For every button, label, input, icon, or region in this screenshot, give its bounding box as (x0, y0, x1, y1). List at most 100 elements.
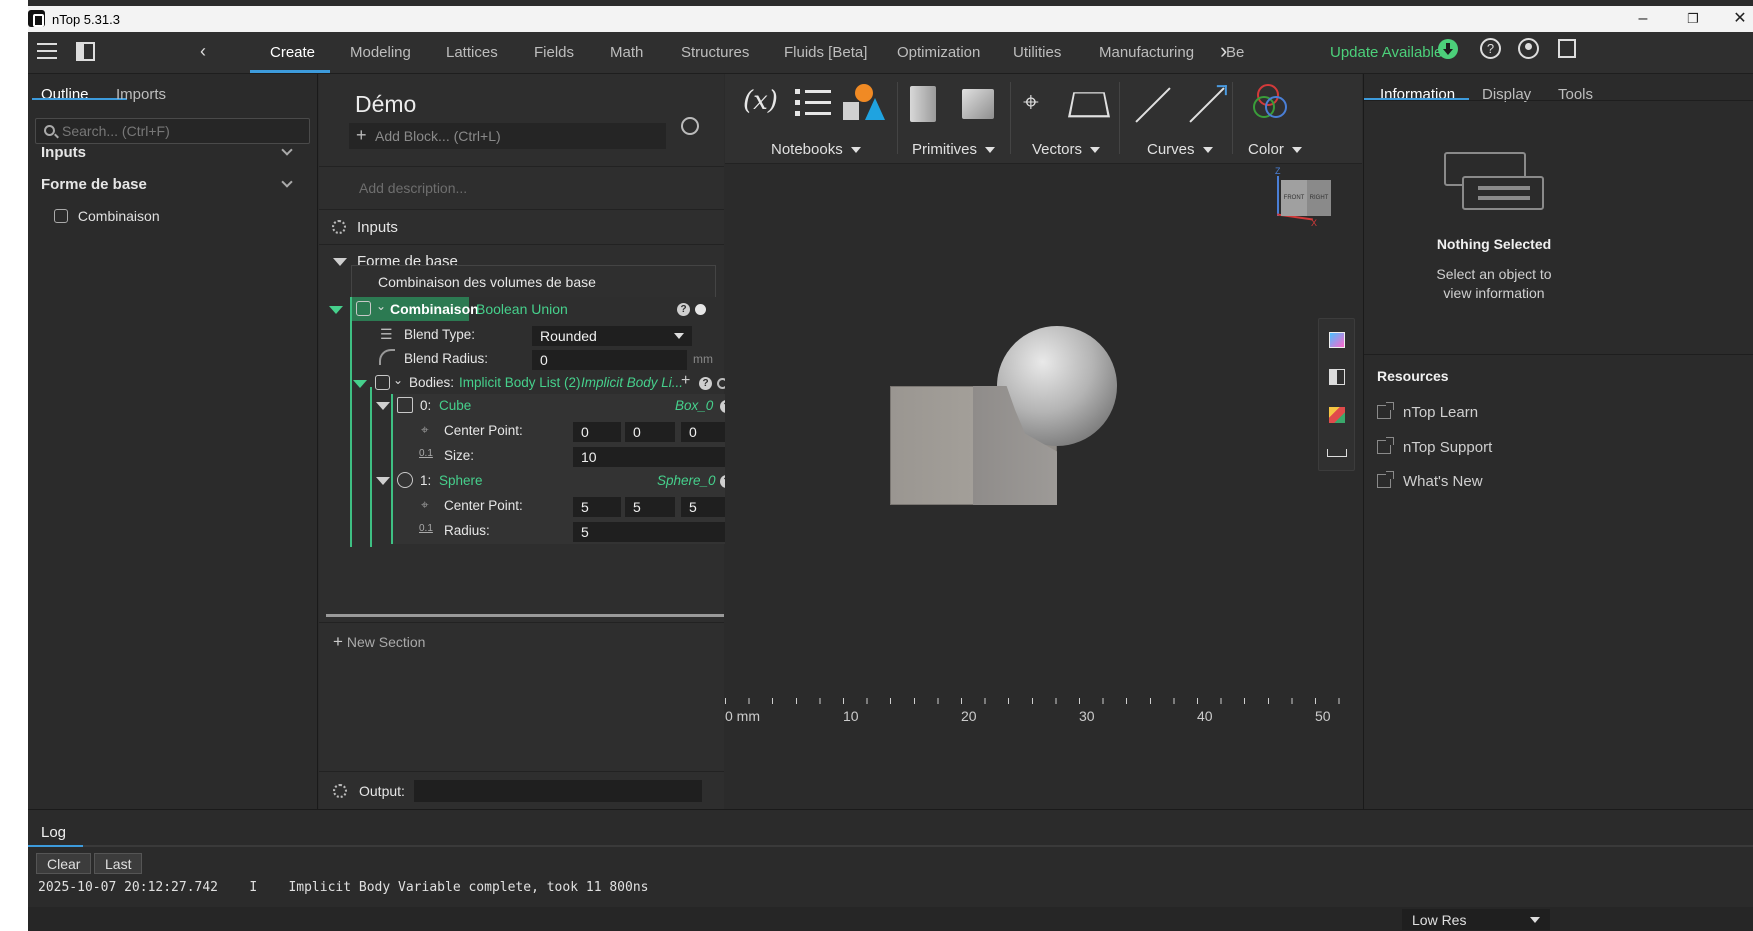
list-notebook-icon[interactable] (795, 86, 831, 122)
tab-utilities[interactable]: Utilities (1013, 44, 1061, 61)
collapse-triangle-icon[interactable] (376, 477, 390, 485)
center-z-input[interactable]: 0 (681, 422, 731, 442)
section-view-icon[interactable] (1329, 369, 1345, 385)
outline-item-combinaison[interactable]: Combinaison (54, 208, 160, 224)
notebook-description[interactable]: Add description... (319, 166, 724, 210)
output-label: Output: (359, 783, 405, 799)
minimize-button[interactable]: – (1628, 8, 1658, 30)
block-header-badge[interactable]: ⌄ Combinaison (352, 297, 479, 321)
gradient-display-icon[interactable] (1329, 332, 1345, 348)
shapes-icon[interactable] (843, 84, 887, 126)
tab-outline[interactable]: Outline (41, 86, 89, 103)
curves-menu[interactable]: Curves (1147, 141, 1213, 158)
tab-imports[interactable]: Imports (116, 86, 166, 103)
scroll-left-icon[interactable]: ‹ (200, 41, 206, 62)
help-icon[interactable]: ? (1480, 38, 1501, 59)
box-primitive-icon[interactable] (910, 86, 936, 122)
collapse-triangle-icon[interactable] (376, 402, 390, 410)
ruler-label: 20 (961, 708, 977, 724)
primitives-menu[interactable]: Primitives (912, 141, 995, 158)
tab-fields[interactable]: Fields (534, 44, 574, 61)
chevron-down-icon[interactable] (281, 144, 293, 156)
center-x-input[interactable]: 0 (573, 422, 621, 442)
ntop-learn-link[interactable]: nTop Learn (1377, 402, 1479, 421)
view-cube-right[interactable]: RIGHT (1307, 180, 1331, 216)
center-y-input[interactable]: 5 (625, 497, 675, 517)
help-icon[interactable]: ? (677, 303, 690, 316)
help-icon[interactable]: ? (699, 377, 712, 390)
tab-structures[interactable]: Structures (681, 44, 749, 61)
account-icon[interactable] (1518, 38, 1539, 59)
measure-icon[interactable] (1327, 449, 1347, 457)
close-button[interactable]: ✕ (1725, 8, 1753, 30)
chevron-down-icon[interactable]: ⌄ (376, 299, 386, 313)
visibility-on-icon[interactable] (695, 304, 706, 315)
chevron-down-icon[interactable] (281, 176, 293, 188)
center-x-input[interactable]: 5 (573, 497, 621, 517)
panel-toggle-icon[interactable] (76, 42, 95, 61)
center-z-input[interactable]: 5 (681, 497, 731, 517)
outline-search-input[interactable]: Search... (Ctrl+F) (35, 118, 310, 144)
add-block-placeholder: Add Block... (Ctrl+L) (375, 128, 501, 144)
tab-manufacturing[interactable]: Manufacturing (1099, 44, 1194, 61)
tab-math[interactable]: Math (610, 44, 643, 61)
vectors-menu[interactable]: Vectors (1032, 141, 1100, 158)
restore-button[interactable]: ❐ (1678, 8, 1708, 30)
section-inputs[interactable]: Inputs (319, 211, 724, 245)
download-icon[interactable] (1438, 39, 1458, 59)
blend-type-select[interactable]: Rounded (532, 326, 692, 346)
tab-create[interactable]: Create (270, 44, 315, 61)
output-input[interactable] (414, 780, 702, 802)
add-item-icon[interactable]: + (681, 372, 690, 390)
resolution-select[interactable]: Low Res (1402, 909, 1550, 930)
scroll-right-icon[interactable]: › (1220, 38, 1227, 64)
dropdown-arrow-icon (1530, 917, 1540, 923)
variable-icon[interactable]: (x) (743, 86, 778, 116)
color-cube-icon[interactable] (1329, 407, 1345, 423)
chevron-down-icon[interactable]: ⌄ (393, 373, 403, 387)
new-section-button[interactable]: + New Section (333, 632, 425, 652)
add-block-input[interactable]: + Add Block... (Ctrl+L) (349, 123, 666, 149)
boolean-block-icon (356, 301, 371, 316)
color-menu[interactable]: Color (1248, 141, 1302, 158)
cube-primitive-icon[interactable] (962, 89, 994, 119)
recalculate-icon[interactable] (681, 117, 699, 135)
notebook-title[interactable]: Démo (355, 91, 416, 118)
view-cube[interactable]: Z X FRONT RIGHT (1275, 166, 1335, 228)
notebooks-menu[interactable]: Notebooks (771, 141, 861, 158)
tab-log[interactable]: Log (41, 824, 66, 841)
blend-radius-input[interactable]: 0 (532, 350, 687, 370)
view-cube-front[interactable]: FRONT (1281, 180, 1307, 216)
collapse-triangle-icon[interactable] (329, 306, 343, 314)
hamburger-menu-icon[interactable] (37, 43, 57, 60)
color-icon[interactable] (1253, 84, 1293, 124)
clear-log-button[interactable]: Clear (36, 853, 92, 874)
tab-lattices[interactable]: Lattices (446, 44, 498, 61)
block-comment[interactable]: Combinaison des volumes de base (351, 265, 716, 297)
point-vector-icon[interactable]: ⌖ (1023, 86, 1039, 119)
outline-section-forme[interactable]: Forme de base (41, 176, 311, 193)
tab-modeling[interactable]: Modeling (350, 44, 411, 61)
last-log-button[interactable]: Last (94, 853, 143, 874)
layout-panel-icon[interactable] (1558, 39, 1576, 58)
vector-curve-icon[interactable] (1189, 85, 1227, 123)
right-panel: Information Display Tools Nothing Select… (1363, 74, 1753, 809)
link-label: What's New (1403, 473, 1483, 490)
collapse-triangle-icon[interactable] (353, 380, 367, 388)
viewport-3d[interactable]: (x) ⌖ Notebooks Primitives Vectors Curve… (725, 74, 1362, 809)
outline-section-inputs[interactable]: Inputs (41, 144, 311, 161)
ntop-support-link[interactable]: nTop Support (1377, 437, 1492, 456)
radius-input[interactable]: 5 (573, 522, 731, 542)
tab-optimization[interactable]: Optimization (897, 44, 980, 61)
block-toolbar: (x) ⌖ Notebooks Primitives Vectors Curve… (725, 74, 1362, 164)
update-available-link[interactable]: Update Available (1330, 44, 1442, 61)
whats-new-link[interactable]: What's New (1377, 471, 1483, 490)
size-input[interactable]: 10 (573, 447, 731, 467)
tab-overflow[interactable]: Be (1226, 44, 1244, 61)
link-label: nTop Learn (1403, 404, 1479, 421)
collapse-triangle-icon[interactable] (333, 258, 347, 266)
plane-icon[interactable] (1067, 92, 1111, 118)
tab-fluids[interactable]: Fluids [Beta] (784, 44, 867, 61)
center-y-input[interactable]: 0 (625, 422, 675, 442)
line-curve-icon[interactable] (1135, 87, 1171, 123)
